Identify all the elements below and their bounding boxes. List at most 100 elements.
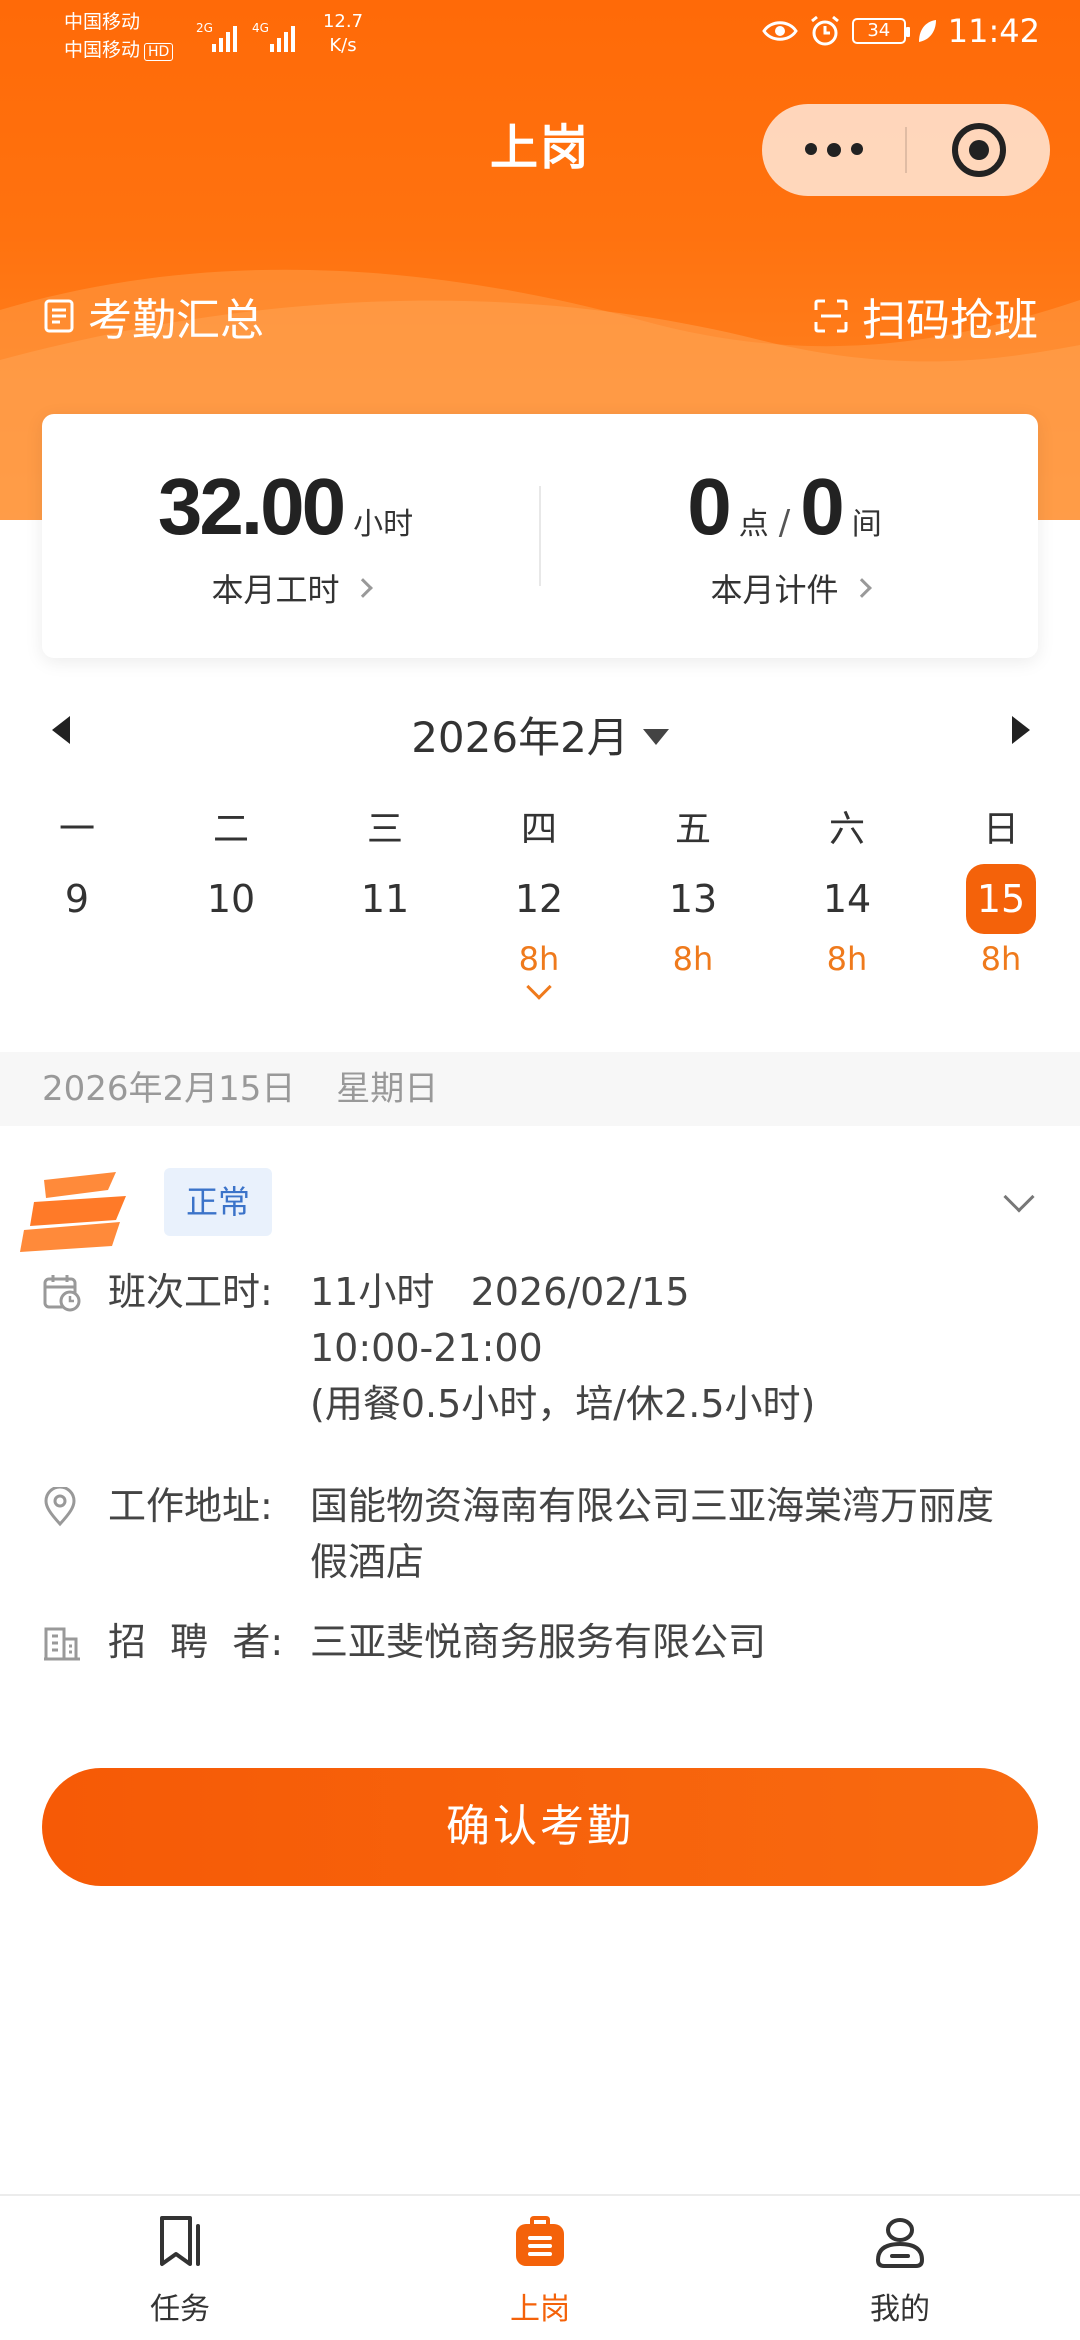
more-button[interactable] [762, 143, 905, 157]
day-hours: 8h [980, 940, 1022, 978]
leaf-icon [918, 20, 936, 42]
date-number: 14 [822, 877, 872, 921]
weekday-label: 三 [366, 809, 403, 850]
date-number: 12 [514, 877, 564, 921]
calendar-nav: 2026年2月 [0, 700, 1080, 762]
tab-label: 上岗 [510, 2292, 570, 2327]
attendance-summary-label: 考勤汇总 [88, 295, 264, 346]
caret-down-icon [642, 728, 669, 745]
attendance-summary-button[interactable]: 考勤汇总 [44, 284, 264, 348]
net-type-2: 4G [252, 21, 269, 35]
work-address-label: 工作地址: [108, 1484, 273, 1528]
chevron-right-icon [851, 578, 872, 598]
shift-time-range: 10:00-21:00 [310, 1326, 543, 1370]
monthly-stats-card: 32.00 小时 本月工时 0 点 / 0 间 本月计件 [42, 414, 1038, 658]
shift-hours-row: 班次工时: 11小时 2026/02/15 10:00-21:00 (用餐0.5… [42, 1264, 1030, 1432]
calendar-day[interactable]: 四 12 8h [462, 800, 616, 1000]
monthly-hours-value: 32.00 [157, 462, 346, 551]
shift-hours-label: 班次工时: [108, 1270, 273, 1314]
recruiter-label: 招 聘 者: [108, 1620, 284, 1664]
tab-tasks[interactable]: 任务 [0, 2196, 360, 2340]
clock: 11:42 [947, 12, 1040, 50]
calendar-day[interactable]: 五 13 8h [616, 800, 770, 996]
scan-grab-shift-button[interactable]: 扫码抢班 [814, 284, 1038, 348]
signal-icon: 2G 4G [196, 21, 295, 52]
work-address-value: 国能物资海南有限公司三亚海棠湾万丽度假酒店 [310, 1484, 995, 1584]
more-dot-icon [826, 143, 841, 157]
calendar-day[interactable]: 六 14 8h [770, 800, 924, 996]
briefcase-icon [516, 2216, 564, 2266]
page: 中国移动 中国移动 HD 2G 4G 12.7 K/s 34 11:42 上岗 … [0, 0, 1080, 2340]
monthly-piecework-stat[interactable]: 0 点 / 0 间 本月计件 [541, 461, 1038, 611]
weekday-label: 日 [982, 809, 1019, 850]
weekday-label: 四 [520, 809, 557, 850]
monthly-hours-link[interactable]: 本月工时 [42, 565, 539, 611]
month-selector[interactable]: 2026年2月 [0, 704, 1080, 765]
report-icon [44, 299, 74, 333]
calendar-day[interactable]: 二 10 [154, 800, 308, 996]
monthly-hours-unit: 小时 [353, 507, 414, 542]
target-icon [951, 123, 1006, 177]
calendar-day[interactable]: 三 11 [308, 800, 462, 996]
calendar-day-selected[interactable]: 日 15 8h [924, 800, 1078, 996]
points-value: 0 [687, 462, 731, 551]
rooms-unit: 间 [851, 507, 882, 542]
date-number: 13 [668, 877, 718, 921]
date-number: 11 [360, 877, 410, 921]
monthly-piecework-label: 本月计件 [710, 571, 839, 609]
tab-on-duty[interactable]: 上岗 [360, 2196, 720, 2340]
month-label: 2026年2月 [411, 713, 629, 762]
rooms-value: 0 [800, 462, 844, 551]
monthly-hours-stat[interactable]: 32.00 小时 本月工时 [42, 461, 539, 611]
miniprogram-capsule [762, 104, 1050, 196]
stat-slash: / [778, 503, 791, 543]
day-hours: 8h [826, 940, 868, 978]
building-icon [44, 1627, 80, 1661]
shift-break-info: (用餐0.5小时，培/休2.5小时) [310, 1382, 816, 1426]
net-speed-value: 12.7 [322, 11, 364, 32]
shift-hours-date: 11小时 2026/02/15 [310, 1270, 690, 1314]
confirm-attendance-button[interactable]: 确认考勤 [42, 1768, 1038, 1886]
bottom-tab-bar: 任务 上岗 我的 [0, 2194, 1080, 2340]
user-icon [875, 2218, 925, 2268]
net-speed: 12.7 K/s [318, 10, 368, 58]
week-strip: 一 9 二 10 三 11 四 12 8h 五 13 8h 六 14 8h 日 … [0, 800, 1080, 1000]
more-dot-icon [850, 143, 863, 155]
work-address-row: 工作地址: 国能物资海南有限公司三亚海棠湾万丽度假酒店 [42, 1478, 1030, 1590]
date-number: 15 [966, 864, 1036, 934]
net-type-1: 2G [196, 21, 213, 35]
carrier-info: 中国移动 中国移动 HD [64, 8, 174, 64]
next-week-icon[interactable] [1012, 716, 1030, 744]
alarm-icon [810, 15, 839, 46]
scan-icon [814, 299, 848, 333]
status-bar: 中国移动 中国移动 HD 2G 4G 12.7 K/s 34 11:42 [0, 0, 1080, 72]
net-speed-unit: K/s [329, 35, 357, 56]
selected-date-bar: 2026年2月15日 星期日 [0, 1052, 1080, 1126]
tab-mine[interactable]: 我的 [720, 2196, 1080, 2340]
calendar-clock-icon [43, 1275, 81, 1312]
bookmark-icon [160, 2216, 200, 2266]
battery-indicator: 34 [851, 18, 910, 44]
date-number: 9 [64, 877, 90, 921]
weekday-label: 二 [212, 809, 249, 850]
recruiter-row: 招 聘 者: 三亚斐悦商务服务有限公司 [42, 1614, 1030, 1678]
monthly-hours-label: 本月工时 [211, 571, 340, 609]
status-badge: 正常 [164, 1168, 273, 1236]
tab-label: 任务 [150, 2292, 210, 2327]
calendar-day[interactable]: 一 9 [0, 800, 154, 996]
chevron-down-icon[interactable] [1003, 1181, 1035, 1213]
chevron-right-icon [352, 578, 373, 598]
date-number: 10 [206, 877, 256, 921]
close-miniprogram-button[interactable] [907, 123, 1050, 177]
carrier-2: 中国移动 [64, 39, 141, 61]
scan-grab-shift-label: 扫码抢班 [862, 295, 1038, 346]
day-hours [154, 934, 308, 984]
day-hours [0, 934, 154, 984]
monthly-piecework-link[interactable]: 本月计件 [541, 565, 1038, 611]
location-pin-icon [44, 1485, 76, 1527]
weekday-label: 六 [828, 809, 865, 850]
eye-icon [762, 21, 798, 41]
weekday-label: 一 [58, 809, 95, 850]
more-dot-icon [804, 143, 817, 155]
carrier-1: 中国移动 [64, 11, 141, 33]
